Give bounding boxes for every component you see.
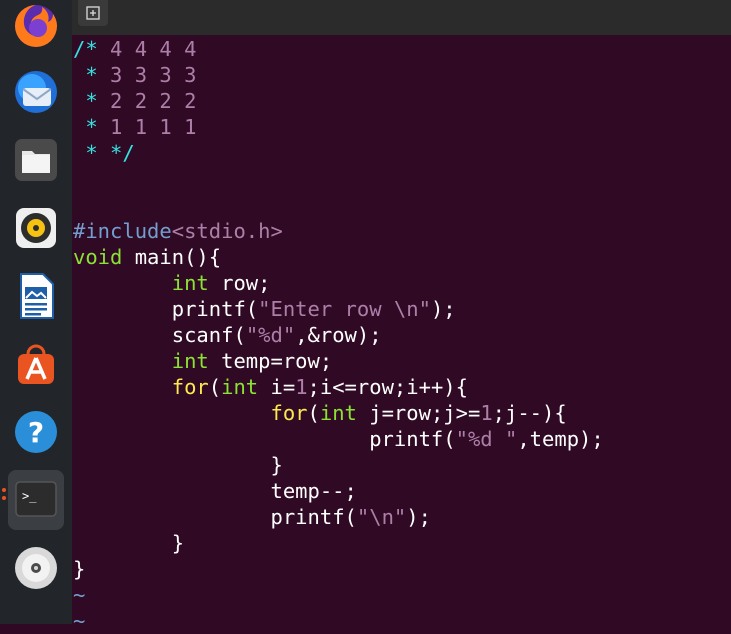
- type-keyword: int: [221, 375, 259, 399]
- code-text: printf(: [369, 427, 456, 451]
- comment-text: *: [73, 63, 98, 87]
- code-text: ,temp);: [517, 427, 604, 451]
- code-text: main(){: [122, 245, 222, 269]
- thunderbird-icon: [15, 71, 57, 113]
- comment-numbers: 3 3 3 3: [97, 63, 197, 87]
- code-line: printf("Enter row \n");: [73, 296, 456, 322]
- empty-line-marker: ~: [73, 609, 86, 633]
- comment-text: /*: [73, 37, 98, 61]
- code-text: printf(: [270, 505, 357, 529]
- code-text: ;i<=row;i++){: [307, 375, 468, 399]
- control-keyword: for: [270, 401, 308, 425]
- software-bag-icon: [18, 344, 54, 384]
- include-header: <stdio.h>: [171, 219, 283, 243]
- number-literal: 1: [480, 401, 493, 425]
- dock-ubuntu-software[interactable]: [8, 336, 64, 392]
- disc-icon: [15, 547, 57, 589]
- running-indicator: [2, 496, 6, 500]
- running-indicator: [2, 488, 6, 492]
- control-keyword: for: [171, 375, 209, 399]
- new-tab-button[interactable]: [78, 0, 108, 26]
- dock-dvd[interactable]: [8, 540, 64, 596]
- code-text: );: [406, 505, 431, 529]
- help-icon: ?: [15, 411, 57, 453]
- code-line: }: [73, 453, 283, 477]
- code-line: }: [73, 531, 185, 555]
- code-line: }: [73, 557, 86, 581]
- code-text: printf(: [171, 297, 259, 321]
- code-line: for(int i=1;i<=row;i++){: [73, 374, 468, 400]
- comment-text: *: [73, 115, 98, 139]
- code-text: );: [430, 297, 456, 321]
- dock-rhythmbox[interactable]: [8, 200, 64, 256]
- empty-line-marker: ~: [73, 583, 86, 607]
- type-keyword: void: [73, 245, 123, 269]
- code-line: printf("%d ",temp);: [73, 426, 604, 452]
- dock-help[interactable]: ?: [8, 404, 64, 460]
- string-literal: "Enter row \n": [258, 297, 431, 321]
- code-text: j=row;j>=: [356, 401, 481, 425]
- new-tab-icon: [86, 6, 100, 20]
- string-literal: "\n": [356, 505, 407, 529]
- code-line: int temp=row;: [73, 348, 332, 374]
- vim-editor[interactable]: /* 4 4 4 4 * 3 3 3 3 * 2 2 2 2 * 1 1 1 1…: [72, 36, 731, 633]
- comment-numbers: 4 4 4 4: [97, 37, 197, 61]
- code-line: int row;: [73, 270, 271, 296]
- code-text: (: [208, 375, 222, 399]
- terminal-tab-bar: [72, 0, 731, 35]
- number-literal: 1: [295, 375, 308, 399]
- code-line: * 2 2 2 2: [73, 88, 196, 114]
- code-text: (: [307, 401, 320, 425]
- comment-numbers: 1 1 1 1: [97, 115, 197, 139]
- string-literal: "%d": [245, 323, 296, 347]
- code-line: printf("\n");: [73, 504, 431, 530]
- code-line: void main(){: [73, 244, 221, 270]
- code-text: temp=row;: [208, 349, 333, 373]
- speaker-icon: [16, 208, 56, 248]
- type-keyword: int: [171, 271, 209, 295]
- comment-numbers: 2 2 2 2: [97, 89, 197, 113]
- dock-terminal[interactable]: >_: [8, 470, 64, 530]
- type-keyword: int: [319, 401, 357, 425]
- folder-icon: [15, 139, 57, 181]
- code-line: * 3 3 3 3: [73, 62, 196, 88]
- code-text: i=: [258, 375, 296, 399]
- dock-files[interactable]: [8, 132, 64, 188]
- code-line: /* 4 4 4 4: [73, 36, 196, 62]
- svg-text:>_: >_: [22, 489, 37, 503]
- type-keyword: int: [171, 349, 209, 373]
- code-text: ,&row);: [295, 323, 382, 347]
- code-line: for(int j=row;j>=1;j--){: [73, 400, 567, 426]
- code-line: * 1 1 1 1: [73, 114, 196, 140]
- preprocessor-directive: #include: [73, 219, 172, 243]
- code-line: * */: [73, 141, 135, 165]
- code-line: #include<stdio.h>: [73, 218, 283, 244]
- dock: ? >_: [0, 0, 72, 624]
- code-line: temp--;: [73, 479, 357, 503]
- code-text: row;: [208, 271, 271, 295]
- code-text: scanf(: [171, 323, 246, 347]
- code-line: scanf("%d",&row);: [73, 322, 382, 348]
- dock-thunderbird[interactable]: [8, 64, 64, 120]
- svg-text:?: ?: [28, 416, 44, 449]
- writer-document-icon: [20, 273, 54, 319]
- comment-text: *: [73, 89, 98, 113]
- code-text: ;j--){: [492, 401, 567, 425]
- firefox-icon: [15, 5, 57, 47]
- dock-firefox[interactable]: [8, 0, 64, 54]
- string-literal: "%d ": [455, 427, 518, 451]
- dock-libreoffice-writer[interactable]: [8, 268, 64, 324]
- terminal-icon: >_: [15, 481, 57, 517]
